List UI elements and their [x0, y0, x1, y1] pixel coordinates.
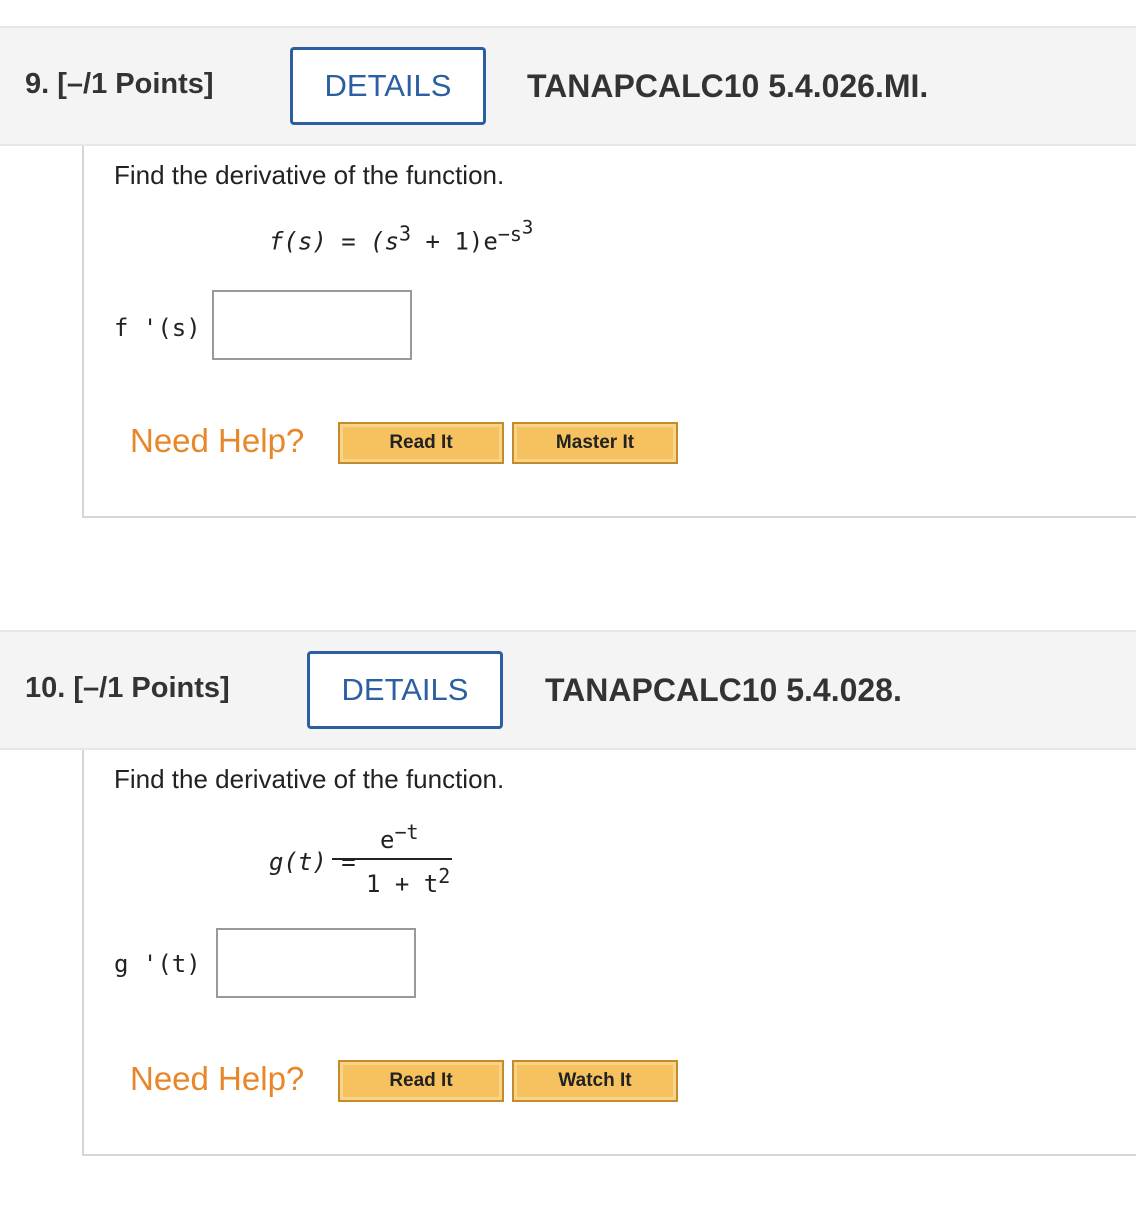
question-9-number-points: 9. [–/1 Points]	[25, 68, 214, 100]
q10-answer-label: g '(t) =	[114, 950, 230, 978]
q10-read-it-button[interactable]: Read It	[338, 1060, 504, 1102]
question-9-body: Find the derivative of the function. f(s…	[82, 146, 1136, 518]
q9-read-it-button[interactable]: Read It	[338, 422, 504, 464]
q9-problem-code: TANAPCALC10 5.4.026.MI.	[527, 68, 929, 104]
q9-master-it-button[interactable]: Master It	[512, 422, 678, 464]
q10-function-fraction: e−t 1 + t2	[332, 820, 452, 904]
q10-watch-it-button[interactable]: Watch It	[512, 1060, 678, 1102]
question-10-number-points: 10. [–/1 Points]	[25, 672, 230, 704]
q10-denominator: 1 + t2	[366, 864, 451, 898]
question-10-body: Find the derivative of the function. g(t…	[82, 750, 1136, 1156]
q10-numerator: e−t	[380, 820, 419, 854]
q9-function: f(s) = (s3 + 1)e−s3	[269, 216, 534, 256]
q9-need-help-label: Need Help?	[130, 422, 305, 459]
question-10-header: 10. [–/1 Points] DETAILS TANAPCALC10 5.4…	[0, 630, 1136, 750]
q9-answer-input[interactable]	[212, 290, 412, 360]
q9-prompt: Find the derivative of the function.	[114, 160, 505, 190]
q10-problem-code: TANAPCALC10 5.4.028.	[545, 672, 902, 708]
q10-details-button[interactable]: DETAILS	[307, 651, 503, 729]
q10-prompt: Find the derivative of the function.	[114, 764, 505, 794]
q10-need-help-label: Need Help?	[130, 1060, 305, 1097]
q9-details-button[interactable]: DETAILS	[290, 47, 486, 125]
q10-answer-input[interactable]	[216, 928, 416, 998]
question-9-header: 9. [–/1 Points] DETAILS TANAPCALC10 5.4.…	[0, 26, 1136, 146]
fraction-bar	[332, 858, 452, 860]
